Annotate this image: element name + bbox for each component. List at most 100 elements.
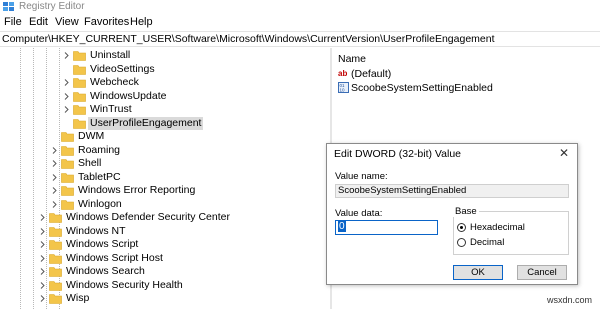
tree-node[interactable]: WindowsUpdate — [0, 90, 330, 104]
menu-file[interactable]: File — [4, 15, 22, 29]
address-bar[interactable]: Computer\HKEY_CURRENT_USER\Software\Micr… — [0, 31, 600, 47]
column-header-name[interactable]: Name — [338, 53, 366, 65]
chevron-right-icon[interactable] — [52, 160, 57, 167]
tree-node[interactable]: Uninstall — [0, 49, 330, 63]
tree-node[interactable]: Shell — [0, 157, 330, 171]
folder-icon — [49, 213, 62, 223]
value-name-label: Value name: — [335, 171, 388, 182]
close-icon[interactable]: ✕ — [559, 146, 569, 160]
registry-tree[interactable]: Uninstall VideoSettings Webcheck WindowsUpd… — [0, 48, 330, 309]
tree-node[interactable]: DWM — [0, 130, 330, 144]
tree-node[interactable]: VideoSettings — [0, 63, 330, 77]
tree-node-label: Windows Error Reporting — [78, 184, 196, 196]
tree-node[interactable]: Windows Security Health — [0, 279, 330, 293]
chevron-right-icon[interactable] — [40, 254, 45, 262]
chevron-right-icon[interactable] — [52, 146, 57, 154]
chevron-right-icon[interactable] — [64, 106, 69, 113]
folder-icon — [73, 91, 86, 102]
tree-node-label: Winlogon — [78, 197, 122, 210]
tree-node-label: TabletPC — [78, 170, 121, 183]
tree-node[interactable]: Windows NT — [0, 225, 330, 239]
menu-view[interactable]: View — [55, 15, 79, 29]
chevron-right-icon[interactable] — [52, 200, 57, 208]
tree-node[interactable]: Wisp — [0, 292, 330, 306]
chevron-right-icon[interactable] — [64, 52, 69, 59]
watermark: wsxdn.com — [547, 295, 593, 305]
folder-icon — [73, 105, 86, 115]
tree-node[interactable]: Windows Defender Security Center — [0, 211, 330, 225]
folder-icon — [49, 294, 62, 304]
tree-node[interactable]: TabletPC — [0, 171, 330, 185]
chevron-right-icon[interactable] — [40, 241, 45, 248]
folder-icon — [49, 267, 62, 277]
tree-node[interactable]: Windows Error Reporting — [0, 184, 330, 198]
radio-label: Decimal — [470, 237, 505, 248]
window-title: Registry Editor — [19, 1, 85, 12]
tree-node-label: WindowsUpdate — [90, 89, 167, 102]
address-path[interactable]: Computer\HKEY_CURRENT_USER\Software\Micr… — [2, 33, 495, 46]
folder-icon — [73, 78, 86, 88]
value-name: (Default) — [351, 68, 392, 80]
dialog-title: Edit DWORD (32-bit) Value — [334, 148, 462, 160]
folder-icon — [49, 280, 62, 291]
value-data-input[interactable]: 0 — [335, 220, 438, 235]
value-name-field: ScoobeSystemSettingEnabled — [335, 184, 569, 198]
svg-text:10: 10 — [340, 88, 346, 93]
folder-icon — [61, 145, 74, 156]
tree-node-label: Shell — [78, 157, 102, 169]
tree-node[interactable]: UserProfileEngagement — [0, 116, 330, 131]
cancel-button[interactable]: Cancel — [517, 265, 567, 280]
folder-icon — [61, 172, 74, 183]
base-group-box — [453, 211, 569, 255]
folder-icon — [61, 186, 74, 196]
tree-node-label: Uninstall — [90, 49, 131, 61]
folder-icon — [61, 159, 74, 169]
tree-node-label: DWM — [78, 130, 105, 142]
tree-node-label: Roaming — [78, 143, 121, 156]
tree-node[interactable]: WinTrust — [0, 103, 330, 117]
radio-button-checked[interactable] — [457, 223, 466, 232]
chevron-right-icon[interactable] — [40, 281, 45, 289]
tree-node-label: Wisp — [66, 292, 90, 304]
chevron-right-icon[interactable] — [64, 79, 69, 86]
chevron-right-icon[interactable] — [52, 187, 57, 194]
tree-node[interactable]: Windows Script Host — [0, 252, 330, 266]
chevron-right-icon[interactable] — [40, 227, 45, 235]
tree-node-label: Windows Defender Security Center — [66, 211, 230, 223]
tree-node-label: UserProfileEngagement — [88, 116, 204, 130]
folder-icon — [73, 118, 86, 129]
tree-node-label: Webcheck — [90, 76, 139, 88]
tree-node[interactable]: Winlogon — [0, 198, 330, 212]
registry-editor-icon — [3, 2, 14, 11]
menu-edit[interactable]: Edit — [29, 15, 48, 29]
tree-node[interactable]: Windows Script — [0, 238, 330, 252]
folder-icon — [61, 199, 74, 210]
tree-node-label: Windows Search — [66, 265, 145, 277]
tree-node-label: Windows Security Health — [66, 278, 183, 291]
tree-node-label: Windows Script — [66, 238, 139, 250]
tree-node-label: Windows NT — [66, 224, 126, 237]
radio-button[interactable] — [457, 238, 466, 247]
chevron-right-icon[interactable] — [64, 92, 69, 100]
tree-node-label: WinTrust — [90, 103, 132, 115]
chevron-right-icon[interactable] — [40, 295, 45, 302]
folder-icon — [73, 64, 86, 75]
edit-dword-dialog: Edit DWORD (32-bit) Value ✕ Value name: … — [326, 143, 578, 285]
menu-favorites[interactable]: Favorites — [84, 15, 129, 29]
folder-icon — [73, 51, 86, 61]
ok-button[interactable]: OK — [453, 265, 503, 280]
chevron-right-icon[interactable] — [40, 268, 45, 275]
chevron-right-icon[interactable] — [40, 214, 45, 221]
value-data-text: 0 — [338, 221, 346, 232]
dword-value-icon: 01 10 — [338, 82, 349, 93]
value-data-label: Value data: — [335, 208, 383, 219]
tree-node[interactable]: Windows Search — [0, 265, 330, 279]
tree-node[interactable]: Webcheck — [0, 76, 330, 90]
folder-icon — [49, 226, 62, 237]
string-value-icon: ab — [338, 69, 348, 78]
menu-bar: File Edit View Favorites Help — [0, 13, 600, 31]
menu-help[interactable]: Help — [130, 15, 153, 29]
chevron-right-icon[interactable] — [52, 173, 57, 181]
tree-node[interactable]: Roaming — [0, 144, 330, 158]
folder-icon — [49, 253, 62, 264]
